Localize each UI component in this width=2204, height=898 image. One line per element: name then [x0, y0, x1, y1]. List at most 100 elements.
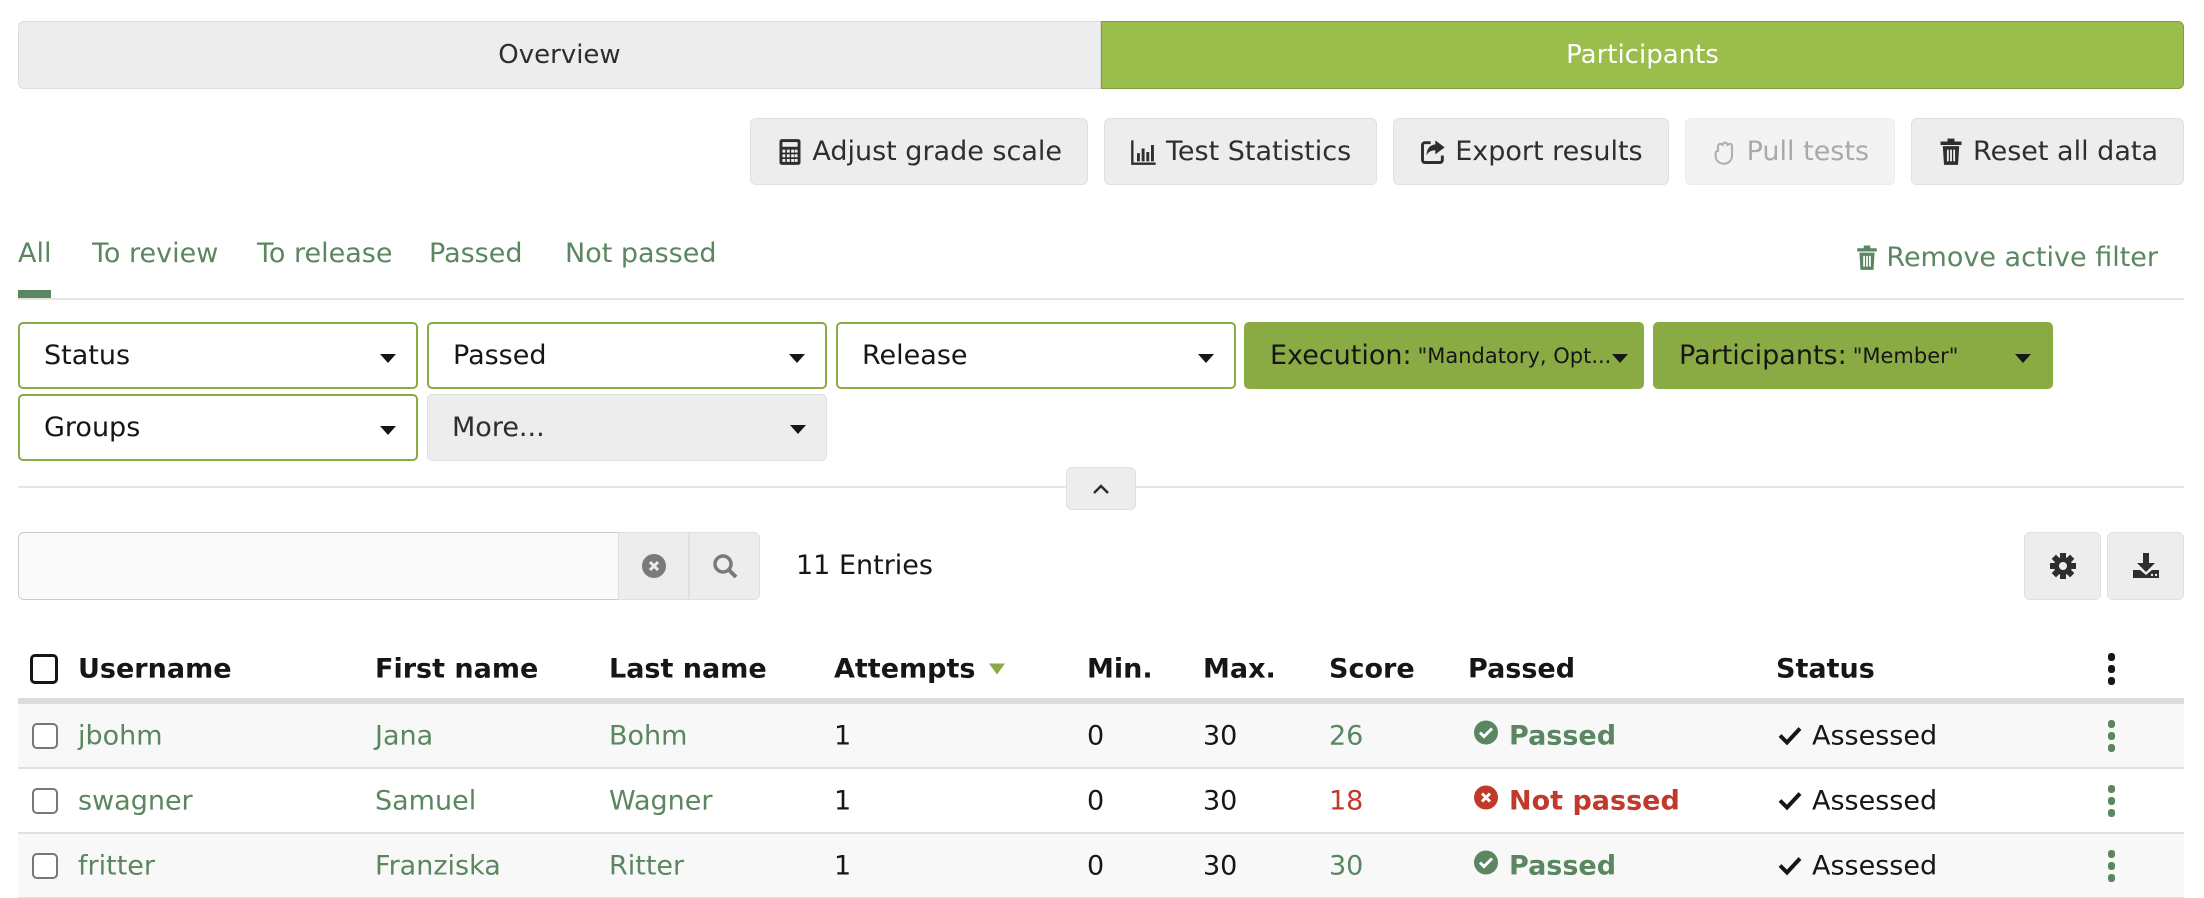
- caret-down-icon: [789, 354, 805, 363]
- gear-icon: [2049, 553, 2076, 579]
- username-link[interactable]: jbohm: [78, 720, 163, 751]
- trash-icon: [1857, 245, 1878, 270]
- share-export-icon: [1421, 139, 1445, 164]
- last-name-link[interactable]: Bohm: [609, 720, 687, 751]
- row-checkbox[interactable]: [32, 722, 58, 749]
- check-icon: [1778, 792, 1802, 811]
- column-last-name[interactable]: Last name: [609, 654, 767, 685]
- search-icon: [712, 554, 737, 579]
- tab-participants[interactable]: Participants: [1101, 21, 2184, 89]
- filter-more[interactable]: More...: [427, 394, 827, 461]
- caret-down-icon: [1198, 354, 1214, 363]
- export-results-label: Export results: [1455, 136, 1643, 167]
- last-name-link[interactable]: Wagner: [609, 785, 712, 816]
- column-passed[interactable]: Passed: [1468, 654, 1575, 685]
- filter-groups[interactable]: Groups: [18, 394, 418, 461]
- view-tab-passed[interactable]: Passed: [429, 238, 523, 269]
- first-name-link[interactable]: Samuel: [375, 785, 476, 816]
- kebab-menu-icon: [2108, 849, 2115, 882]
- filter-execution-value: "Mandatory, Opt...: [1417, 343, 1612, 368]
- filter-passed-label: Passed: [453, 340, 547, 371]
- column-first-name[interactable]: First name: [375, 654, 538, 685]
- download-button[interactable]: [2107, 532, 2184, 600]
- passed-label: Not passed: [1509, 785, 1680, 816]
- row-checkbox[interactable]: [32, 787, 58, 814]
- column-attempts[interactable]: Attempts: [834, 654, 1006, 685]
- column-options-button[interactable]: [2108, 653, 2115, 685]
- table-header: Username First name Last name Attempts M…: [18, 640, 2184, 704]
- collapse-filters-button[interactable]: [1066, 467, 1136, 510]
- table-settings-button[interactable]: [2024, 532, 2101, 600]
- hand-grab-icon: [1714, 141, 1733, 165]
- view-tab-not-passed[interactable]: Not passed: [565, 238, 716, 269]
- export-results-button[interactable]: Export results: [1393, 118, 1669, 185]
- sort-descending-icon: [989, 663, 1006, 675]
- table-row: jbohm Jana Bohm 1 0 30 26 Passed Assesse…: [18, 704, 2184, 769]
- test-statistics-button[interactable]: Test Statistics: [1104, 118, 1378, 185]
- column-username[interactable]: Username: [78, 654, 232, 685]
- filter-release-label: Release: [862, 340, 968, 371]
- caret-down-icon: [1612, 354, 1628, 363]
- score-value: 18: [1329, 785, 1364, 816]
- filter-passed[interactable]: Passed: [427, 322, 827, 389]
- filter-participants-value: "Member": [1852, 343, 1959, 368]
- clear-search-button[interactable]: [618, 532, 689, 600]
- first-name-link[interactable]: Jana: [375, 720, 433, 751]
- filter-more-label: More...: [452, 412, 545, 443]
- caret-down-icon: [2015, 354, 2031, 363]
- caret-down-icon: [380, 426, 396, 435]
- pull-tests-button[interactable]: Pull tests: [1684, 118, 1896, 185]
- reset-all-data-label: Reset all data: [1973, 136, 2158, 167]
- kebab-menu-icon: [2108, 719, 2115, 752]
- min-value: 0: [1087, 720, 1105, 751]
- filter-status-label: Status: [44, 340, 131, 371]
- filter-groups-label: Groups: [44, 412, 141, 443]
- row-actions-button[interactable]: [2108, 849, 2115, 882]
- row-actions-button[interactable]: [2108, 719, 2115, 752]
- row-actions-button[interactable]: [2108, 784, 2115, 817]
- column-status[interactable]: Status: [1776, 654, 1875, 685]
- remove-active-filter-label: Remove active filter: [1886, 242, 2158, 273]
- filter-execution[interactable]: Execution: "Mandatory, Opt...: [1244, 322, 1644, 389]
- table-row: swagner Samuel Wagner 1 0 30 18 Not pass…: [18, 769, 2184, 834]
- column-score[interactable]: Score: [1329, 654, 1415, 685]
- check-icon: [1778, 857, 1802, 876]
- view-tab-to-review[interactable]: To review: [92, 238, 218, 269]
- filter-participants[interactable]: Participants: "Member": [1653, 322, 2053, 389]
- select-all-checkbox[interactable]: [30, 654, 58, 684]
- max-value: 30: [1203, 785, 1238, 816]
- clear-circle-icon: [641, 554, 666, 578]
- username-link[interactable]: fritter: [78, 850, 155, 881]
- search-button[interactable]: [689, 532, 760, 600]
- assessment-status: Assessed: [1778, 720, 1937, 751]
- score-value: 30: [1329, 850, 1364, 881]
- first-name-link[interactable]: Franziska: [375, 850, 501, 881]
- view-tab-all[interactable]: All: [18, 238, 52, 298]
- view-tab-to-release[interactable]: To release: [257, 238, 392, 269]
- min-value: 0: [1087, 850, 1105, 881]
- reset-all-data-button[interactable]: Reset all data: [1911, 118, 2184, 185]
- last-name-link[interactable]: Ritter: [609, 850, 684, 881]
- tab-overview[interactable]: Overview: [18, 21, 1101, 89]
- entries-count: 11 Entries: [796, 550, 933, 581]
- remove-active-filter-link[interactable]: Remove active filter: [1856, 242, 2158, 273]
- attempts-value: 1: [834, 720, 852, 751]
- bar-chart-icon: [1131, 139, 1156, 165]
- adjust-grade-scale-button[interactable]: Adjust grade scale: [750, 118, 1088, 185]
- filter-release[interactable]: Release: [836, 322, 1236, 389]
- status-label: Assessed: [1812, 720, 1938, 751]
- search-input[interactable]: [18, 532, 618, 600]
- status-label: Assessed: [1812, 785, 1938, 816]
- attempts-value: 1: [834, 785, 852, 816]
- trash-icon: [1940, 138, 1962, 165]
- test-statistics-label: Test Statistics: [1166, 136, 1352, 167]
- column-max[interactable]: Max.: [1203, 654, 1276, 685]
- username-link[interactable]: swagner: [78, 785, 193, 816]
- filter-status[interactable]: Status: [18, 322, 418, 389]
- caret-down-icon: [380, 354, 396, 363]
- download-icon: [2132, 553, 2159, 578]
- assessment-status: Assessed: [1778, 785, 1937, 816]
- search-bar: [18, 532, 760, 600]
- column-min[interactable]: Min.: [1087, 654, 1153, 685]
- row-checkbox[interactable]: [32, 852, 58, 879]
